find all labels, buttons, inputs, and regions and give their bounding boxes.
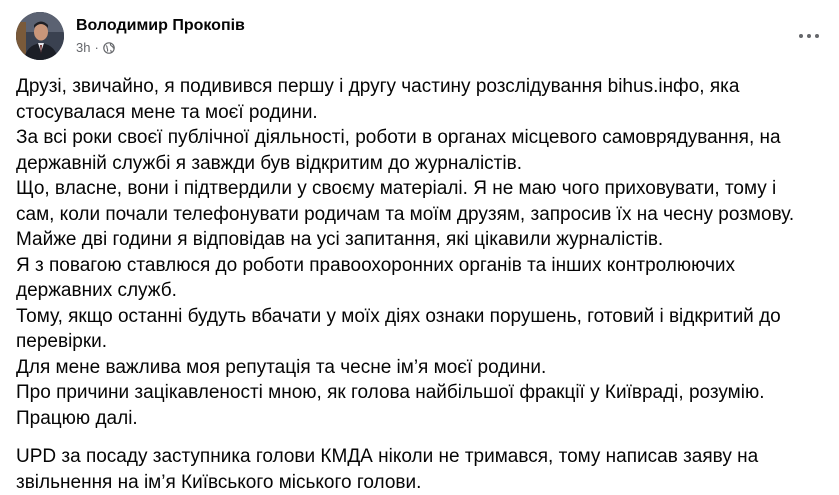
paragraph: Друзі, звичайно, я подивився першу і дру… — [16, 76, 740, 123]
post-meta: Володимир Прокопів 3h · — [76, 16, 245, 56]
more-dot — [799, 34, 803, 38]
facebook-post: Володимир Прокопів 3h · Друзі, звичайно,… — [0, 0, 839, 493]
paragraph: Тому, якщо останні будуть вбачати у моїх… — [16, 305, 781, 353]
globe-icon[interactable] — [103, 42, 115, 54]
paragraph: За всі роки своєї публічної діяльності, … — [16, 127, 781, 174]
avatar[interactable] — [16, 12, 64, 60]
paragraph: Що, власне, вони і підтвердили у своєму … — [16, 178, 795, 250]
post-subline: 3h · — [76, 40, 245, 56]
post-update: UPD за посаду заступника голови КМДА нік… — [16, 444, 806, 495]
more-dot — [807, 34, 811, 38]
avatar-photo — [16, 12, 64, 60]
more-dot — [815, 34, 819, 38]
post-body: Друзі, звичайно, я подивився першу і дру… — [16, 74, 806, 495]
paragraph: Для мене важлива моя репутація та чесне … — [16, 356, 547, 378]
post-timestamp[interactable]: 3h — [76, 40, 90, 56]
paragraph: Я з повагою ставлюся до роботи правоохор… — [16, 254, 735, 302]
post-header: Володимир Прокопів 3h · — [16, 12, 245, 60]
update-paragraph: UPD за посаду заступника голови КМДА нік… — [16, 446, 759, 493]
post-text: Друзі, звичайно, я подивився першу і дру… — [16, 74, 806, 431]
paragraph: Працюю далі. — [16, 407, 138, 429]
author-name[interactable]: Володимир Прокопів — [76, 16, 245, 36]
more-options-icon[interactable] — [791, 22, 827, 50]
separator-dot: · — [94, 40, 99, 55]
paragraph: Про причини зацікавленості мною, як голо… — [16, 382, 765, 403]
